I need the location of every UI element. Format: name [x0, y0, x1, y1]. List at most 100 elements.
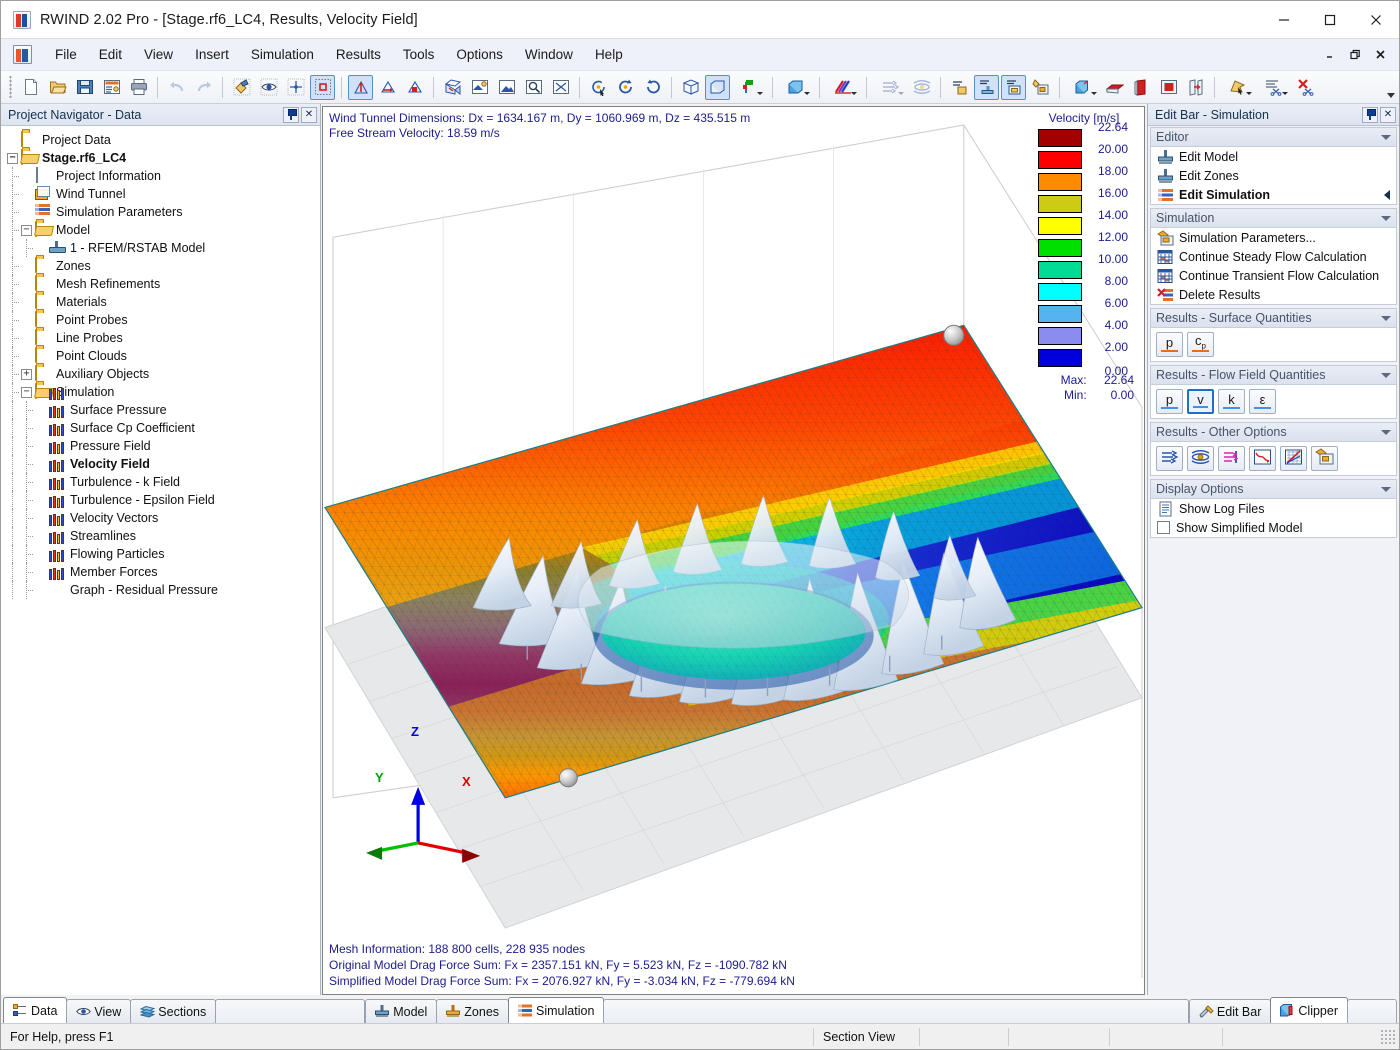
result-settings-button[interactable] [1028, 75, 1053, 100]
chevron-down-icon[interactable] [1381, 315, 1391, 321]
tree-item-graph-residual-pressure[interactable]: Graph - Residual Pressure [1, 568, 320, 599]
wireframe-button[interactable] [678, 75, 703, 100]
menu-edit[interactable]: Edit [88, 43, 133, 66]
mdi-close-button[interactable] [1369, 45, 1391, 65]
tree-item-project-data[interactable]: Project Data [1, 131, 320, 149]
edit-bar-close-button[interactable]: ✕ [1380, 106, 1396, 123]
menu-view[interactable]: View [133, 43, 184, 66]
delete-section-button[interactable] [1293, 75, 1318, 100]
group-header-editor[interactable]: Editor [1151, 128, 1396, 147]
result-settings-button[interactable] [1311, 446, 1338, 471]
new-button[interactable] [18, 75, 43, 100]
menu-window[interactable]: Window [514, 43, 584, 66]
view-iso-button[interactable] [348, 74, 373, 100]
edit-bar-item-edit-zones[interactable]: Edit Zones [1151, 166, 1396, 185]
tree-item-project-information[interactable]: Project Information [1, 167, 320, 185]
navigator-pin-button[interactable] [283, 106, 299, 123]
chevron-down-icon[interactable] [1381, 134, 1391, 140]
checkbox[interactable] [1157, 521, 1170, 534]
vectors-dropdown[interactable] [873, 75, 907, 100]
pick-dropdown[interactable] [1221, 75, 1255, 100]
group-header-display-options[interactable]: Display Options [1151, 480, 1396, 499]
edit-bar-item-continue-transient-flow-calculation[interactable]: Continue Transient Flow Calculation [1151, 266, 1396, 285]
menu-tools[interactable]: Tools [392, 43, 446, 66]
rotate-left-button[interactable] [613, 75, 638, 100]
chevron-down-icon[interactable] [1381, 486, 1391, 492]
rotate-view-button[interactable] [586, 75, 611, 100]
result-field-button[interactable] [1001, 74, 1026, 100]
group-header-results-other-options[interactable]: Results - Other Options [1151, 423, 1396, 442]
tree-item-stage-rf6-lc4[interactable]: − Stage.rf6_LC4 [1, 149, 320, 167]
redo-button[interactable] [191, 75, 216, 100]
tab-simulation[interactable]: Simulation [508, 997, 605, 1023]
section-plane-yz-button[interactable] [1129, 75, 1154, 100]
tab-view[interactable]: View [66, 999, 132, 1023]
particles-button[interactable] [947, 75, 972, 100]
section-plane-xy-button[interactable] [1102, 75, 1127, 100]
tree-item-simulation-parameters[interactable]: Simulation Parameters [1, 203, 320, 221]
window-minimize-button[interactable] [1261, 1, 1307, 39]
velocity-vectors-button[interactable] [1156, 446, 1183, 471]
tree-item-mesh-refinements[interactable]: Mesh Refinements [1, 275, 320, 293]
group-header-results-surface-quantities[interactable]: Results - Surface Quantities [1151, 309, 1396, 328]
window-close-button[interactable] [1353, 1, 1399, 39]
tree-item-point-clouds[interactable]: Point Clouds [1, 347, 320, 365]
tree-item-auxiliary-objects[interactable]: + Auxiliary Objects [1, 365, 320, 383]
menu-file[interactable]: File [44, 43, 88, 66]
tab-clipper[interactable]: Clipper [1270, 997, 1348, 1023]
toolbar-grip[interactable] [8, 76, 14, 98]
wind-direction-button[interactable] [440, 75, 465, 100]
chevron-down-icon[interactable] [1381, 215, 1391, 221]
rotate-right-button[interactable] [640, 75, 665, 100]
tree-item-line-probes[interactable]: Line Probes [1, 329, 320, 347]
display-option-show-simplified-model[interactable]: Show Simplified Model [1151, 518, 1396, 537]
results-display-dropdown[interactable] [826, 75, 860, 100]
edit-bar-item-edit-model[interactable]: Edit Model [1151, 147, 1396, 166]
surface-cp-button[interactable]: cp [1187, 332, 1214, 357]
visibility-button[interactable] [256, 75, 281, 100]
tree-item-wind-tunnel[interactable]: Wind Tunnel [1, 185, 320, 203]
zoom-all-button[interactable] [548, 75, 573, 100]
tree-item-materials[interactable]: Materials [1, 293, 320, 311]
app-menu-icon[interactable] [13, 45, 32, 64]
streamlines-button[interactable] [1187, 446, 1214, 471]
mdi-minimize-button[interactable] [1319, 45, 1341, 65]
tab-model[interactable]: Model [365, 999, 438, 1023]
group-header-simulation[interactable]: Simulation [1151, 209, 1396, 228]
flow-epsilon-button[interactable]: ε [1249, 389, 1276, 414]
residual-graph-button[interactable] [1249, 446, 1276, 471]
group-header-results-flow-field-quantities[interactable]: Results - Flow Field Quantities [1151, 366, 1396, 385]
collapse-icon[interactable]: − [21, 224, 32, 236]
edit-bar-item-simulation-parameters[interactable]: Simulation Parameters... [1151, 228, 1396, 247]
resize-grip[interactable] [1380, 1028, 1396, 1045]
flow-pressure-button[interactable]: p [1156, 389, 1183, 414]
expand-icon[interactable]: + [21, 368, 32, 380]
selection-box-button[interactable] [310, 74, 335, 100]
3d-viewport[interactable]: Z X Y Wind Tunnel Dimensions: Dx = 1634.… [322, 106, 1145, 995]
flowing-particles-button[interactable] [1218, 446, 1245, 471]
edit-bar-pin-button[interactable] [1362, 106, 1378, 123]
tree-item-1-rfem-rstab-model[interactable]: 1 - RFEM/RSTAB Model [1, 239, 320, 257]
flow-k-button[interactable]: k [1218, 389, 1245, 414]
edit-bar-item-continue-steady-flow-calculation[interactable]: Continue Steady Flow Calculation [1151, 247, 1396, 266]
zoom-window-button[interactable] [494, 75, 519, 100]
open-button[interactable] [45, 75, 70, 100]
result-surface-button[interactable] [974, 74, 999, 100]
edit-bar-item-delete-results[interactable]: Delete Results [1151, 285, 1396, 304]
render-button[interactable] [229, 75, 254, 100]
tab-edit-bar[interactable]: Edit Bar [1188, 999, 1272, 1023]
menu-insert[interactable]: Insert [184, 43, 240, 66]
cut-dropdown[interactable] [1257, 75, 1291, 100]
model-display-dropdown[interactable] [732, 75, 766, 100]
flow-velocity-button[interactable]: v [1187, 389, 1214, 414]
member-forces-button[interactable] [1280, 446, 1307, 471]
collapse-icon[interactable]: − [21, 386, 32, 398]
tab-zones[interactable]: Zones [436, 999, 510, 1023]
tab-sections[interactable]: Sections [130, 999, 217, 1023]
tree-item-model[interactable]: − Model [1, 221, 320, 239]
menu-options[interactable]: Options [445, 43, 514, 66]
edit-bar-item-edit-simulation[interactable]: Edit Simulation [1151, 185, 1396, 204]
clipper-box-dropdown[interactable] [1066, 75, 1100, 100]
tab-data[interactable]: Data [3, 997, 68, 1023]
zoom-previous-button[interactable] [521, 75, 546, 100]
